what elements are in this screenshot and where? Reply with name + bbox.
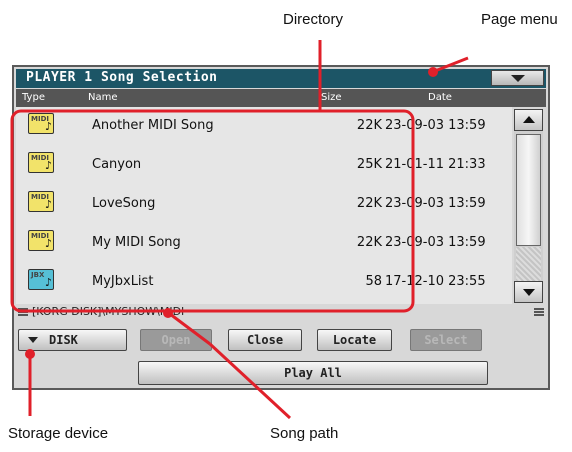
song-path: [KORG DISK]\MYSHOW\MIDI — [32, 305, 185, 318]
callout-storage-device: Storage device — [8, 425, 109, 442]
title-bar: PLAYER 1 Song Selection — [16, 69, 546, 88]
callout-song-path: Song path — [270, 425, 339, 442]
list-item[interactable]: MIDI ♪ Another MIDI Song 22K 23-09-03 13:… — [16, 107, 512, 146]
path-menu-icon — [534, 308, 544, 316]
song-selection-screen: PLAYER 1 Song Selection Type Name Size D… — [12, 65, 550, 390]
header-type: Type — [22, 92, 45, 103]
file-name: My MIDI Song — [92, 235, 181, 250]
list-item[interactable]: MIDI ♪ My MIDI Song 22K 23-09-03 13:59 — [16, 224, 512, 263]
list-item[interactable]: MIDI ♪ Canyon 25K 21-01-11 21:33 — [16, 146, 512, 185]
page-title: PLAYER 1 Song Selection — [26, 70, 218, 85]
midi-file-icon: MIDI ♪ — [28, 230, 54, 251]
list-scrollbar[interactable] — [514, 109, 543, 303]
header-date: Date — [428, 92, 452, 103]
scroll-thumb[interactable] — [516, 134, 541, 246]
file-date: 23-09-03 13:59 — [385, 235, 486, 250]
file-name: Canyon — [92, 157, 142, 172]
list-item[interactable]: MIDI ♪ LoveSong 22K 23-09-03 13:59 — [16, 185, 512, 224]
list-item[interactable]: JBX ♪ MyJbxList 58 17-12-10 23:55 — [16, 263, 512, 302]
file-date: 23-09-03 13:59 — [385, 118, 486, 133]
header-size: Size — [321, 92, 342, 103]
file-size: 22K — [356, 235, 382, 250]
file-size: 25K — [356, 157, 382, 172]
arrow-down-icon — [523, 289, 535, 296]
file-size: 22K — [356, 196, 382, 211]
arrow-up-icon — [523, 116, 535, 123]
file-date: 21-01-11 21:33 — [385, 157, 486, 172]
triangle-down-icon — [511, 75, 525, 82]
file-date: 23-09-03 13:59 — [385, 196, 486, 211]
file-list: MIDI ♪ Another MIDI Song 22K 23-09-03 13:… — [16, 107, 512, 304]
close-button[interactable]: Close — [228, 329, 302, 351]
scroll-up-button[interactable] — [514, 109, 543, 131]
midi-file-icon: MIDI ♪ — [28, 152, 54, 173]
file-size: 58 — [365, 274, 382, 289]
select-button[interactable]: Select — [410, 329, 482, 351]
file-name: LoveSong — [92, 196, 156, 211]
open-button[interactable]: Open — [140, 329, 212, 351]
song-path-bar: [KORG DISK]\MYSHOW\MIDI — [16, 304, 546, 321]
storage-device-button[interactable]: DISK — [18, 329, 127, 351]
header-name: Name — [88, 92, 118, 103]
triangle-down-icon — [28, 337, 38, 343]
midi-file-icon: MIDI ♪ — [28, 113, 54, 134]
callout-directory: Directory — [283, 11, 344, 28]
file-size: 22K — [356, 118, 382, 133]
path-menu-icon — [18, 308, 28, 316]
column-header: Type Name Size Date — [16, 89, 546, 107]
file-date: 17-12-10 23:55 — [385, 274, 486, 289]
jukebox-file-icon: JBX ♪ — [28, 269, 54, 290]
scroll-down-button[interactable] — [514, 281, 543, 303]
file-name: MyJbxList — [92, 274, 154, 289]
play-all-button[interactable]: Play All — [138, 361, 488, 385]
callout-page-menu: Page menu — [481, 11, 558, 28]
locate-button[interactable]: Locate — [317, 329, 392, 351]
scroll-track[interactable] — [516, 247, 541, 281]
midi-file-icon: MIDI ♪ — [28, 191, 54, 212]
page-menu-button[interactable] — [491, 70, 544, 86]
file-name: Another MIDI Song — [92, 118, 214, 133]
